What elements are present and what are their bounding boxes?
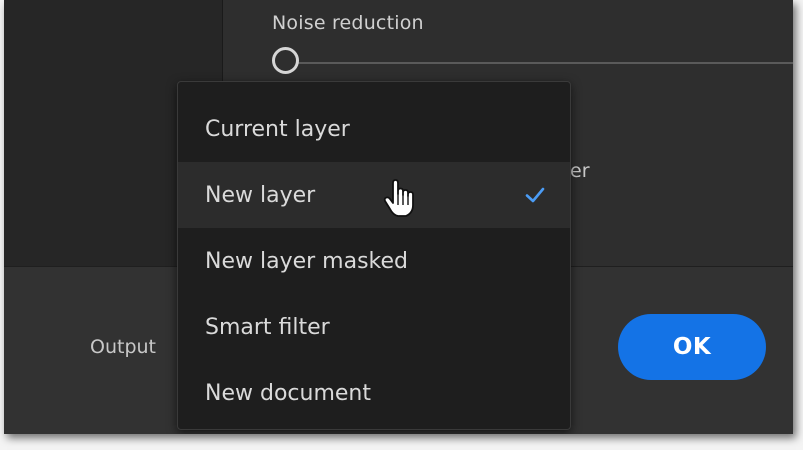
menu-item-new-document[interactable]: New document <box>178 360 570 426</box>
menu-item-label: New document <box>205 380 371 406</box>
menu-item-new-layer[interactable]: New layer <box>178 162 570 228</box>
checkmark-icon <box>525 187 545 203</box>
output-settings-dialog: Noise reduction er Output OK Current lay… <box>4 0 793 434</box>
ok-button[interactable]: OK <box>618 314 766 380</box>
menu-item-label: New layer masked <box>205 248 408 274</box>
hand-pointer-icon <box>383 179 414 217</box>
output-dropdown-menu: Current layer New layer New layer masked… <box>177 81 571 430</box>
output-label: Output <box>90 336 156 358</box>
obscured-option-text: er <box>570 160 590 182</box>
menu-item-new-layer-masked[interactable]: New layer masked <box>178 228 570 294</box>
menu-item-smart-filter[interactable]: Smart filter <box>178 294 570 360</box>
noise-reduction-label: Noise reduction <box>272 12 424 34</box>
noise-reduction-slider-track[interactable] <box>294 62 793 64</box>
menu-item-label: Current layer <box>205 116 350 142</box>
menu-item-label: New layer <box>205 182 316 208</box>
noise-reduction-slider-thumb[interactable] <box>272 47 299 74</box>
menu-item-current-layer[interactable]: Current layer <box>178 96 570 162</box>
menu-item-label: Smart filter <box>205 314 330 340</box>
